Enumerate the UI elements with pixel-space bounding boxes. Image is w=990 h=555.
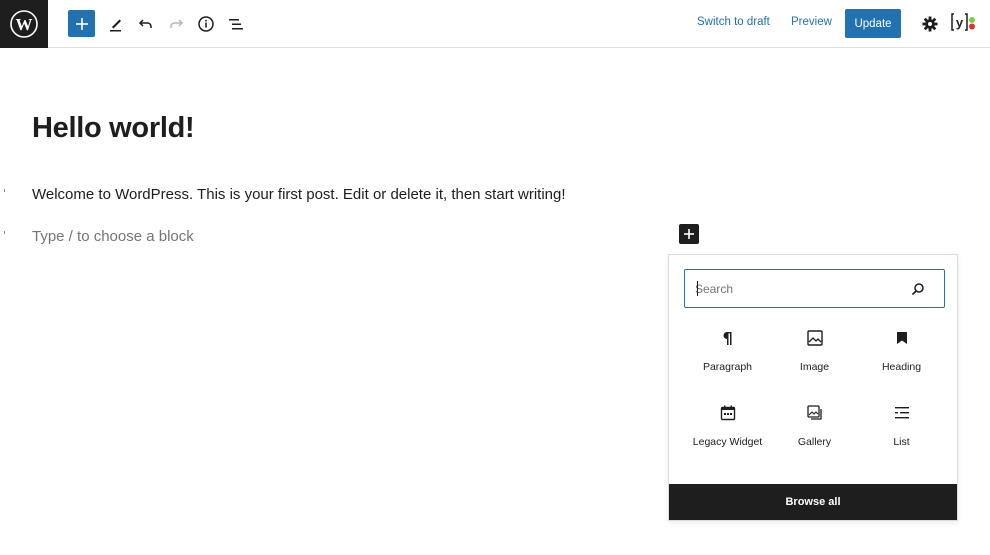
block-edge-mark: [4, 231, 5, 234]
gallery-icon: [804, 402, 826, 424]
text-caret: [697, 281, 698, 296]
block-label: Heading: [881, 361, 922, 373]
undo-button[interactable]: [132, 10, 160, 38]
inline-add-block-button[interactable]: [679, 224, 699, 244]
list-view-button[interactable]: [222, 10, 250, 38]
info-icon: [198, 16, 214, 32]
block-label: Gallery: [797, 436, 832, 448]
yoast-seo-icon[interactable]: y: [950, 11, 978, 35]
block-label: Paragraph: [702, 361, 753, 373]
preview-button[interactable]: Preview: [791, 16, 832, 28]
empty-block-placeholder[interactable]: Type / to choose a block: [32, 228, 194, 245]
redo-button[interactable]: [162, 10, 190, 38]
redo-icon: [170, 19, 184, 28]
block-label: List: [893, 436, 910, 448]
settings-button[interactable]: [919, 13, 941, 35]
browse-all-button[interactable]: Browse all: [669, 484, 957, 520]
block-edge-mark: [4, 189, 5, 192]
block-search-input[interactable]: [695, 279, 905, 299]
block-item-paragraph[interactable]: Paragraph: [684, 327, 771, 397]
list-view-icon: [229, 19, 243, 30]
bookmark-icon: [891, 327, 913, 349]
block-item-legacy-widget[interactable]: Legacy Widget: [684, 402, 771, 472]
undo-icon: [138, 19, 152, 28]
block-inserter-popover: Paragraph Image Heading: [668, 254, 958, 521]
paragraph-block[interactable]: Welcome to WordPress. This is your first…: [32, 186, 566, 203]
gear-icon: [922, 16, 938, 32]
image-icon: [804, 327, 826, 349]
update-button[interactable]: Update: [845, 9, 901, 38]
block-label: Image: [799, 361, 830, 373]
block-item-image[interactable]: Image: [771, 327, 858, 397]
block-search[interactable]: [684, 269, 945, 308]
plus-icon: [75, 17, 88, 30]
add-block-button[interactable]: [68, 10, 95, 37]
editor-toolbar: W Switch to draft Preview Update y: [0, 0, 990, 48]
tools-button[interactable]: [102, 10, 130, 38]
svg-text:y: y: [956, 15, 964, 30]
list-icon: [891, 402, 913, 424]
block-label: Legacy Widget: [692, 436, 763, 448]
plus-icon: [684, 229, 694, 239]
pencil-icon: [110, 19, 121, 32]
block-item-gallery[interactable]: Gallery: [771, 402, 858, 472]
post-title[interactable]: Hello world!: [32, 112, 195, 145]
search-icon: [911, 283, 924, 296]
paragraph-icon: [717, 327, 739, 349]
block-item-heading[interactable]: Heading: [858, 327, 945, 397]
block-item-list[interactable]: List: [858, 402, 945, 472]
switch-to-draft-button[interactable]: Switch to draft: [697, 16, 770, 28]
calendar-icon: [717, 402, 739, 424]
wordpress-logo-icon[interactable]: W: [0, 0, 48, 48]
details-button[interactable]: [192, 10, 220, 38]
svg-text:W: W: [16, 15, 33, 34]
